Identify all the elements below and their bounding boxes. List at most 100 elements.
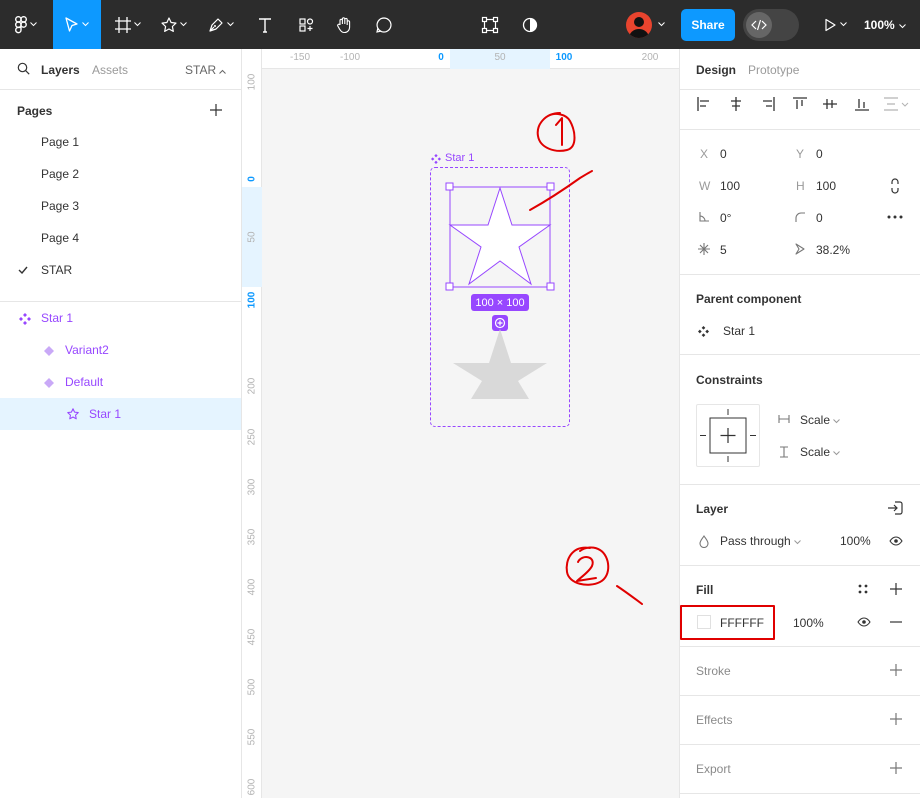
move-tool-button[interactable] (53, 0, 101, 49)
present-button[interactable] (818, 0, 852, 49)
x-field[interactable]: 0 (720, 147, 727, 161)
chevron-down-icon (227, 22, 234, 27)
eye-icon[interactable] (888, 534, 904, 548)
align-right-icon[interactable] (760, 96, 776, 112)
ruler-tick: -100 (339, 52, 361, 63)
variant-icon (43, 345, 55, 357)
fill-hex-field[interactable]: FFFFFF (720, 616, 764, 630)
horizontal-constraint-select[interactable]: Scale (800, 413, 841, 427)
page-selector[interactable]: STAR (185, 63, 227, 77)
comment-tool-button[interactable] (370, 0, 398, 49)
parent-component-name[interactable]: Star 1 (723, 324, 755, 338)
zoom-level: 100% (864, 17, 895, 32)
toolbar: Share 100% (0, 0, 920, 49)
zoom-menu-button[interactable]: 100% (864, 0, 906, 49)
chevron-down-icon (657, 22, 665, 27)
figma-logo-icon (15, 15, 27, 34)
parent-component-title: Parent component (696, 292, 802, 306)
stroke-title: Stroke (696, 664, 731, 678)
chevron-down-icon (898, 18, 906, 32)
frame-label[interactable]: Star 1 (445, 152, 474, 164)
main-menu-button[interactable] (8, 0, 44, 49)
page-item-current[interactable]: STAR (41, 263, 72, 277)
go-to-main-component-icon[interactable] (886, 500, 904, 516)
shape-tool-button[interactable] (154, 0, 194, 49)
add-effect-icon[interactable] (888, 712, 904, 726)
chevron-down-icon (794, 534, 801, 548)
divider (680, 129, 920, 130)
ruler-top: -150 -100 0 50 100 200 (262, 49, 679, 69)
layer-variant2[interactable]: Variant2 (65, 343, 109, 357)
hand-tool-button[interactable] (330, 0, 358, 49)
rotation-field[interactable]: 0° (720, 211, 731, 225)
eye-icon[interactable] (856, 615, 872, 629)
add-stroke-icon[interactable] (888, 663, 904, 677)
add-export-icon[interactable] (888, 761, 904, 775)
height-field[interactable]: 100 (816, 179, 836, 193)
page-item[interactable]: Page 4 (41, 231, 79, 245)
style-grid-icon[interactable] (856, 582, 870, 596)
more-options-icon[interactable] (886, 211, 904, 223)
design-tab[interactable]: Design (696, 63, 736, 77)
text-icon (257, 17, 273, 33)
avatar-menu-chevron[interactable] (655, 0, 667, 49)
ruler-tick: 100 (555, 52, 573, 63)
blend-mode-select[interactable]: Pass through (720, 534, 801, 548)
ratio-field[interactable]: 38.2% (816, 243, 850, 257)
layer-component-set[interactable]: Star 1 (41, 311, 73, 325)
resources-icon (298, 17, 314, 33)
page-item[interactable]: Page 2 (41, 167, 79, 181)
text-tool-button[interactable] (252, 0, 278, 49)
prototype-tab[interactable]: Prototype (748, 63, 799, 77)
distribute-menu-icon[interactable] (882, 96, 910, 112)
default-variant-star[interactable] (450, 327, 550, 399)
theme-toggle-button[interactable] (516, 0, 544, 49)
align-bottom-icon[interactable] (854, 96, 870, 112)
add-fill-icon[interactable] (888, 582, 904, 596)
fill-opacity-field[interactable]: 100% (793, 616, 824, 630)
page-item[interactable]: Page 3 (41, 199, 79, 213)
ruler-tick: 200 (246, 377, 258, 395)
align-vertical-center-icon[interactable] (822, 96, 838, 112)
divider (0, 301, 241, 302)
point-count-field[interactable]: 5 (720, 243, 727, 257)
page-item[interactable]: Page 1 (41, 135, 79, 149)
ruler-tick: 600 (246, 778, 258, 796)
align-top-icon[interactable] (792, 96, 808, 112)
assets-tab[interactable]: Assets (92, 63, 128, 77)
ruler-tick: -150 (289, 52, 311, 63)
vertical-constraint-select[interactable]: Scale (800, 445, 841, 459)
constraints-widget[interactable] (696, 404, 760, 467)
remove-fill-icon[interactable] (888, 615, 904, 629)
left-panel: Layers Assets STAR Pages Page 1 Page 2 P… (0, 49, 242, 798)
search-icon[interactable] (16, 61, 30, 75)
chevron-down-icon (30, 22, 37, 27)
variant-icon (43, 377, 55, 389)
layer-star-child[interactable]: Star 1 (89, 407, 121, 421)
align-left-icon[interactable] (696, 96, 712, 112)
width-field[interactable]: 100 (720, 179, 740, 193)
add-page-icon[interactable] (208, 102, 224, 118)
layer-opacity-field[interactable]: 100% (840, 534, 871, 548)
corner-radius-icon (794, 211, 806, 223)
star-icon (161, 16, 177, 33)
fill-color-swatch[interactable] (697, 615, 711, 629)
resources-button[interactable] (292, 0, 320, 49)
fill-title: Fill (696, 583, 714, 597)
y-field[interactable]: 0 (816, 147, 823, 161)
page-selector-label: STAR (185, 63, 217, 77)
w-label: W (699, 179, 711, 193)
constrain-proportions-icon[interactable] (888, 178, 902, 194)
component-edit-button[interactable] (476, 0, 504, 49)
contrast-icon (522, 17, 538, 33)
corner-radius-field[interactable]: 0 (816, 211, 823, 225)
layer-default[interactable]: Default (65, 375, 103, 389)
align-horizontal-center-icon[interactable] (728, 96, 744, 112)
canvas[interactable]: -150 -100 0 50 100 200 100 0 50 100 200 … (242, 49, 679, 798)
user-avatar[interactable] (626, 12, 652, 38)
frame-tool-button[interactable] (108, 0, 148, 49)
share-button[interactable]: Share (681, 9, 735, 41)
pen-tool-button[interactable] (200, 0, 242, 49)
layers-tab[interactable]: Layers (41, 63, 80, 77)
selected-star[interactable] (442, 179, 562, 299)
